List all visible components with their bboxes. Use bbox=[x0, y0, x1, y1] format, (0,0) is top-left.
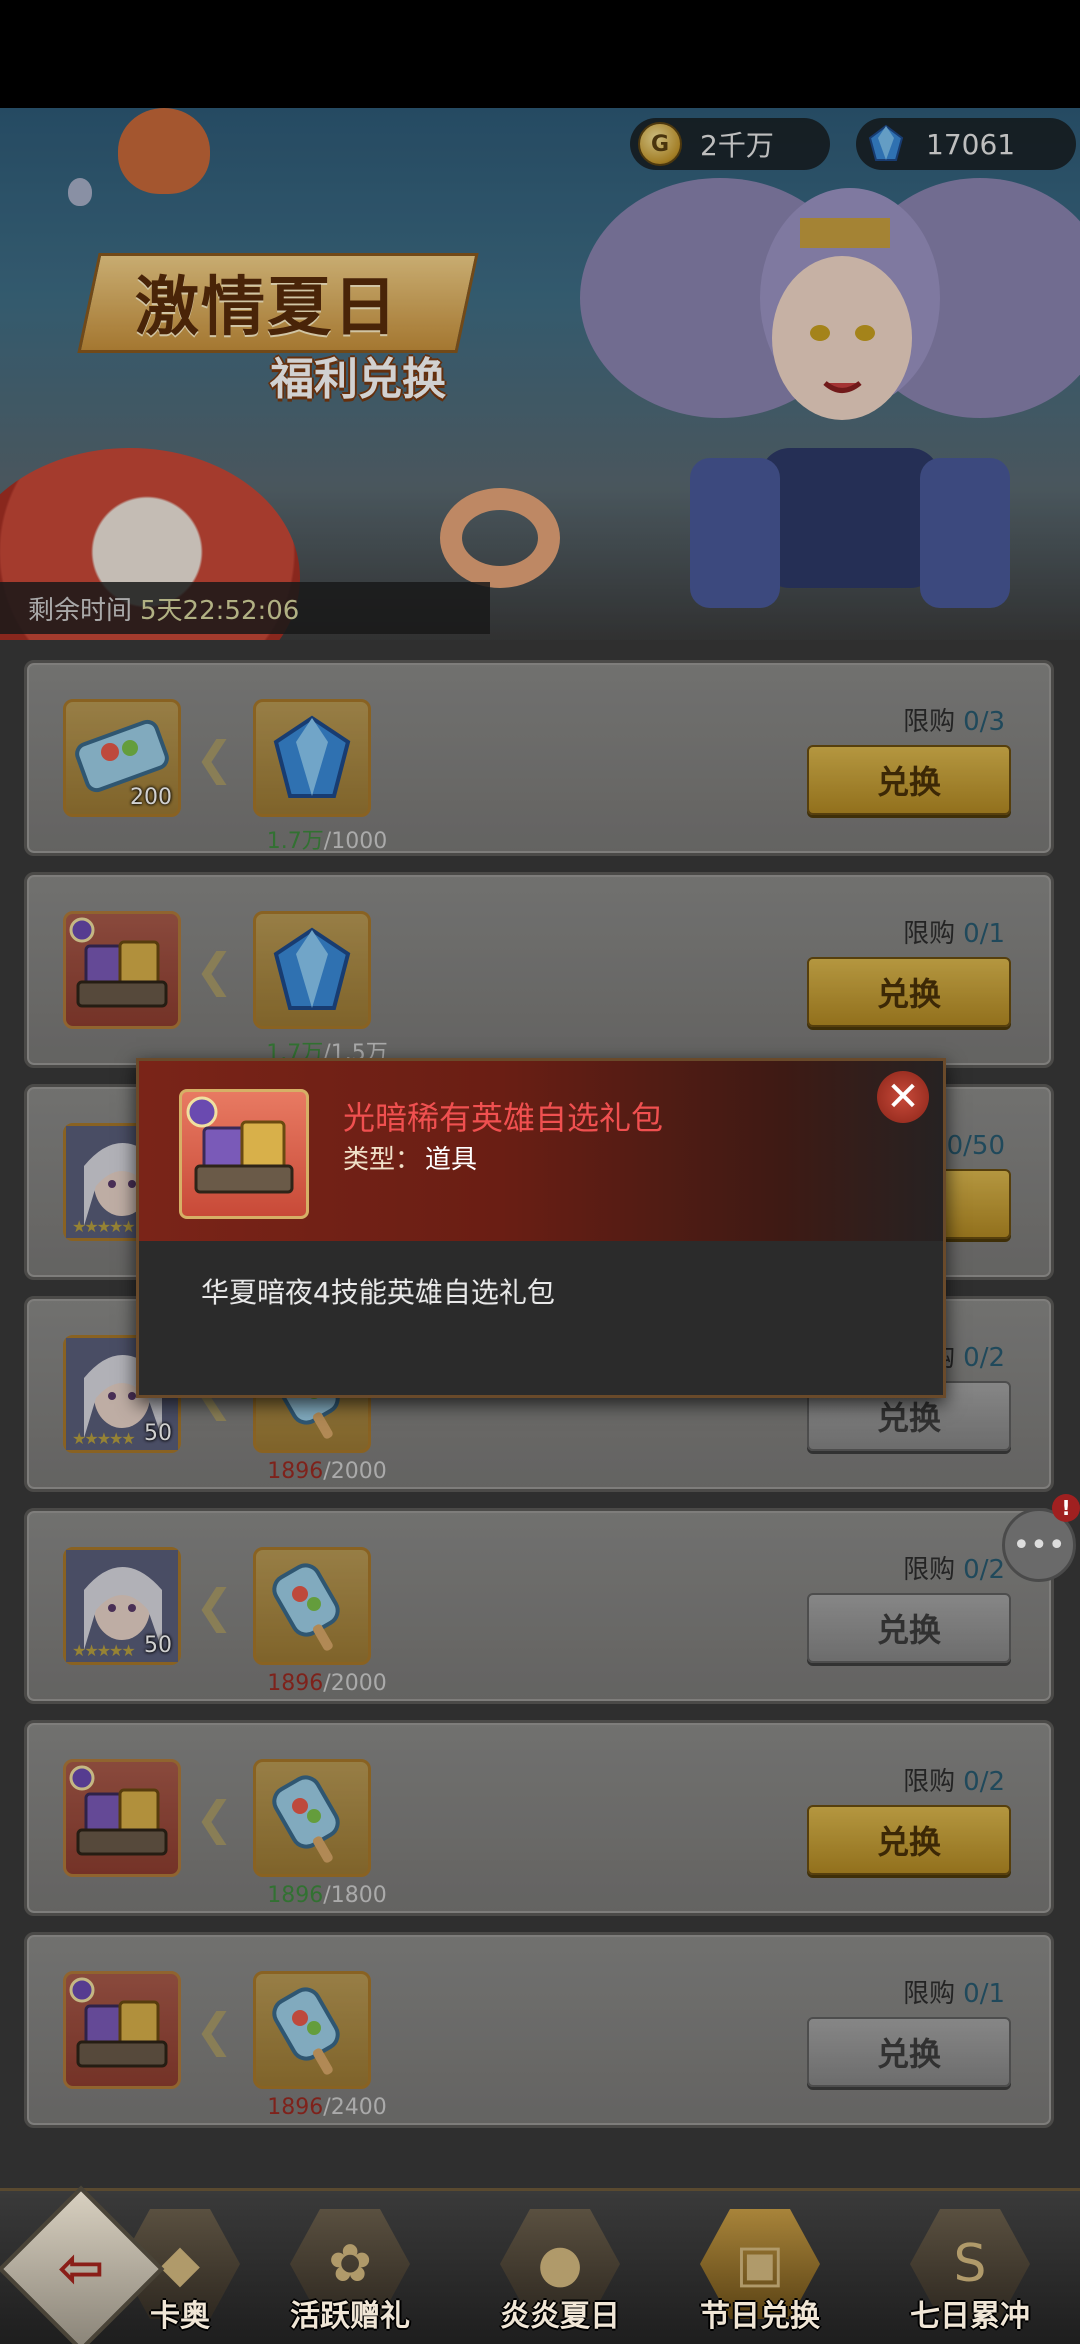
item-info-popup: 光暗稀有英雄自选礼包 类型： 道具 ✕ 华夏暗夜4技能英雄自选礼包 bbox=[136, 1058, 946, 1398]
nav-tab[interactable]: S 七日累冲 bbox=[900, 2209, 1040, 2343]
popup-type-value: 道具 bbox=[425, 1145, 478, 1175]
app-root: 激情夏日 福利兑换 G 2千万 17061 剩余时间 5天22:52:06 20… bbox=[0, 0, 1080, 2344]
nav-tab[interactable]: ▣ 节日兑换 bbox=[690, 2209, 830, 2343]
chat-bubble-icon: ••• bbox=[1012, 1527, 1066, 1563]
popup-type-label: 类型： bbox=[343, 1145, 422, 1175]
hero-pack-icon bbox=[179, 1089, 309, 1219]
nav-tab-label: 七日累冲 bbox=[910, 2299, 1030, 2334]
close-icon[interactable]: ✕ bbox=[877, 1071, 929, 1123]
status-bar bbox=[0, 0, 1080, 108]
popup-item-name: 光暗稀有英雄自选礼包 bbox=[343, 1099, 664, 1137]
nav-tab[interactable]: ● 炎炎夏日 bbox=[490, 2209, 630, 2343]
hero-pack-icon bbox=[186, 1096, 294, 1194]
back-arrow-icon: ⇦ bbox=[57, 2236, 105, 2301]
popup-header: 光暗稀有英雄自选礼包 类型： 道具 ✕ bbox=[139, 1061, 943, 1241]
nav-tab-label: 炎炎夏日 bbox=[500, 2299, 620, 2334]
popup-description: 华夏暗夜4技能英雄自选礼包 bbox=[201, 1276, 555, 1309]
nav-tab-label: 活跃赠礼 bbox=[290, 2299, 410, 2334]
chat-notification-badge: ! bbox=[1052, 1494, 1080, 1522]
nav-tab[interactable]: ✿ 活跃赠礼 bbox=[280, 2209, 420, 2343]
nav-tab-label: 节日兑换 bbox=[700, 2299, 820, 2334]
popup-item-type: 类型： 道具 bbox=[343, 1139, 477, 1176]
